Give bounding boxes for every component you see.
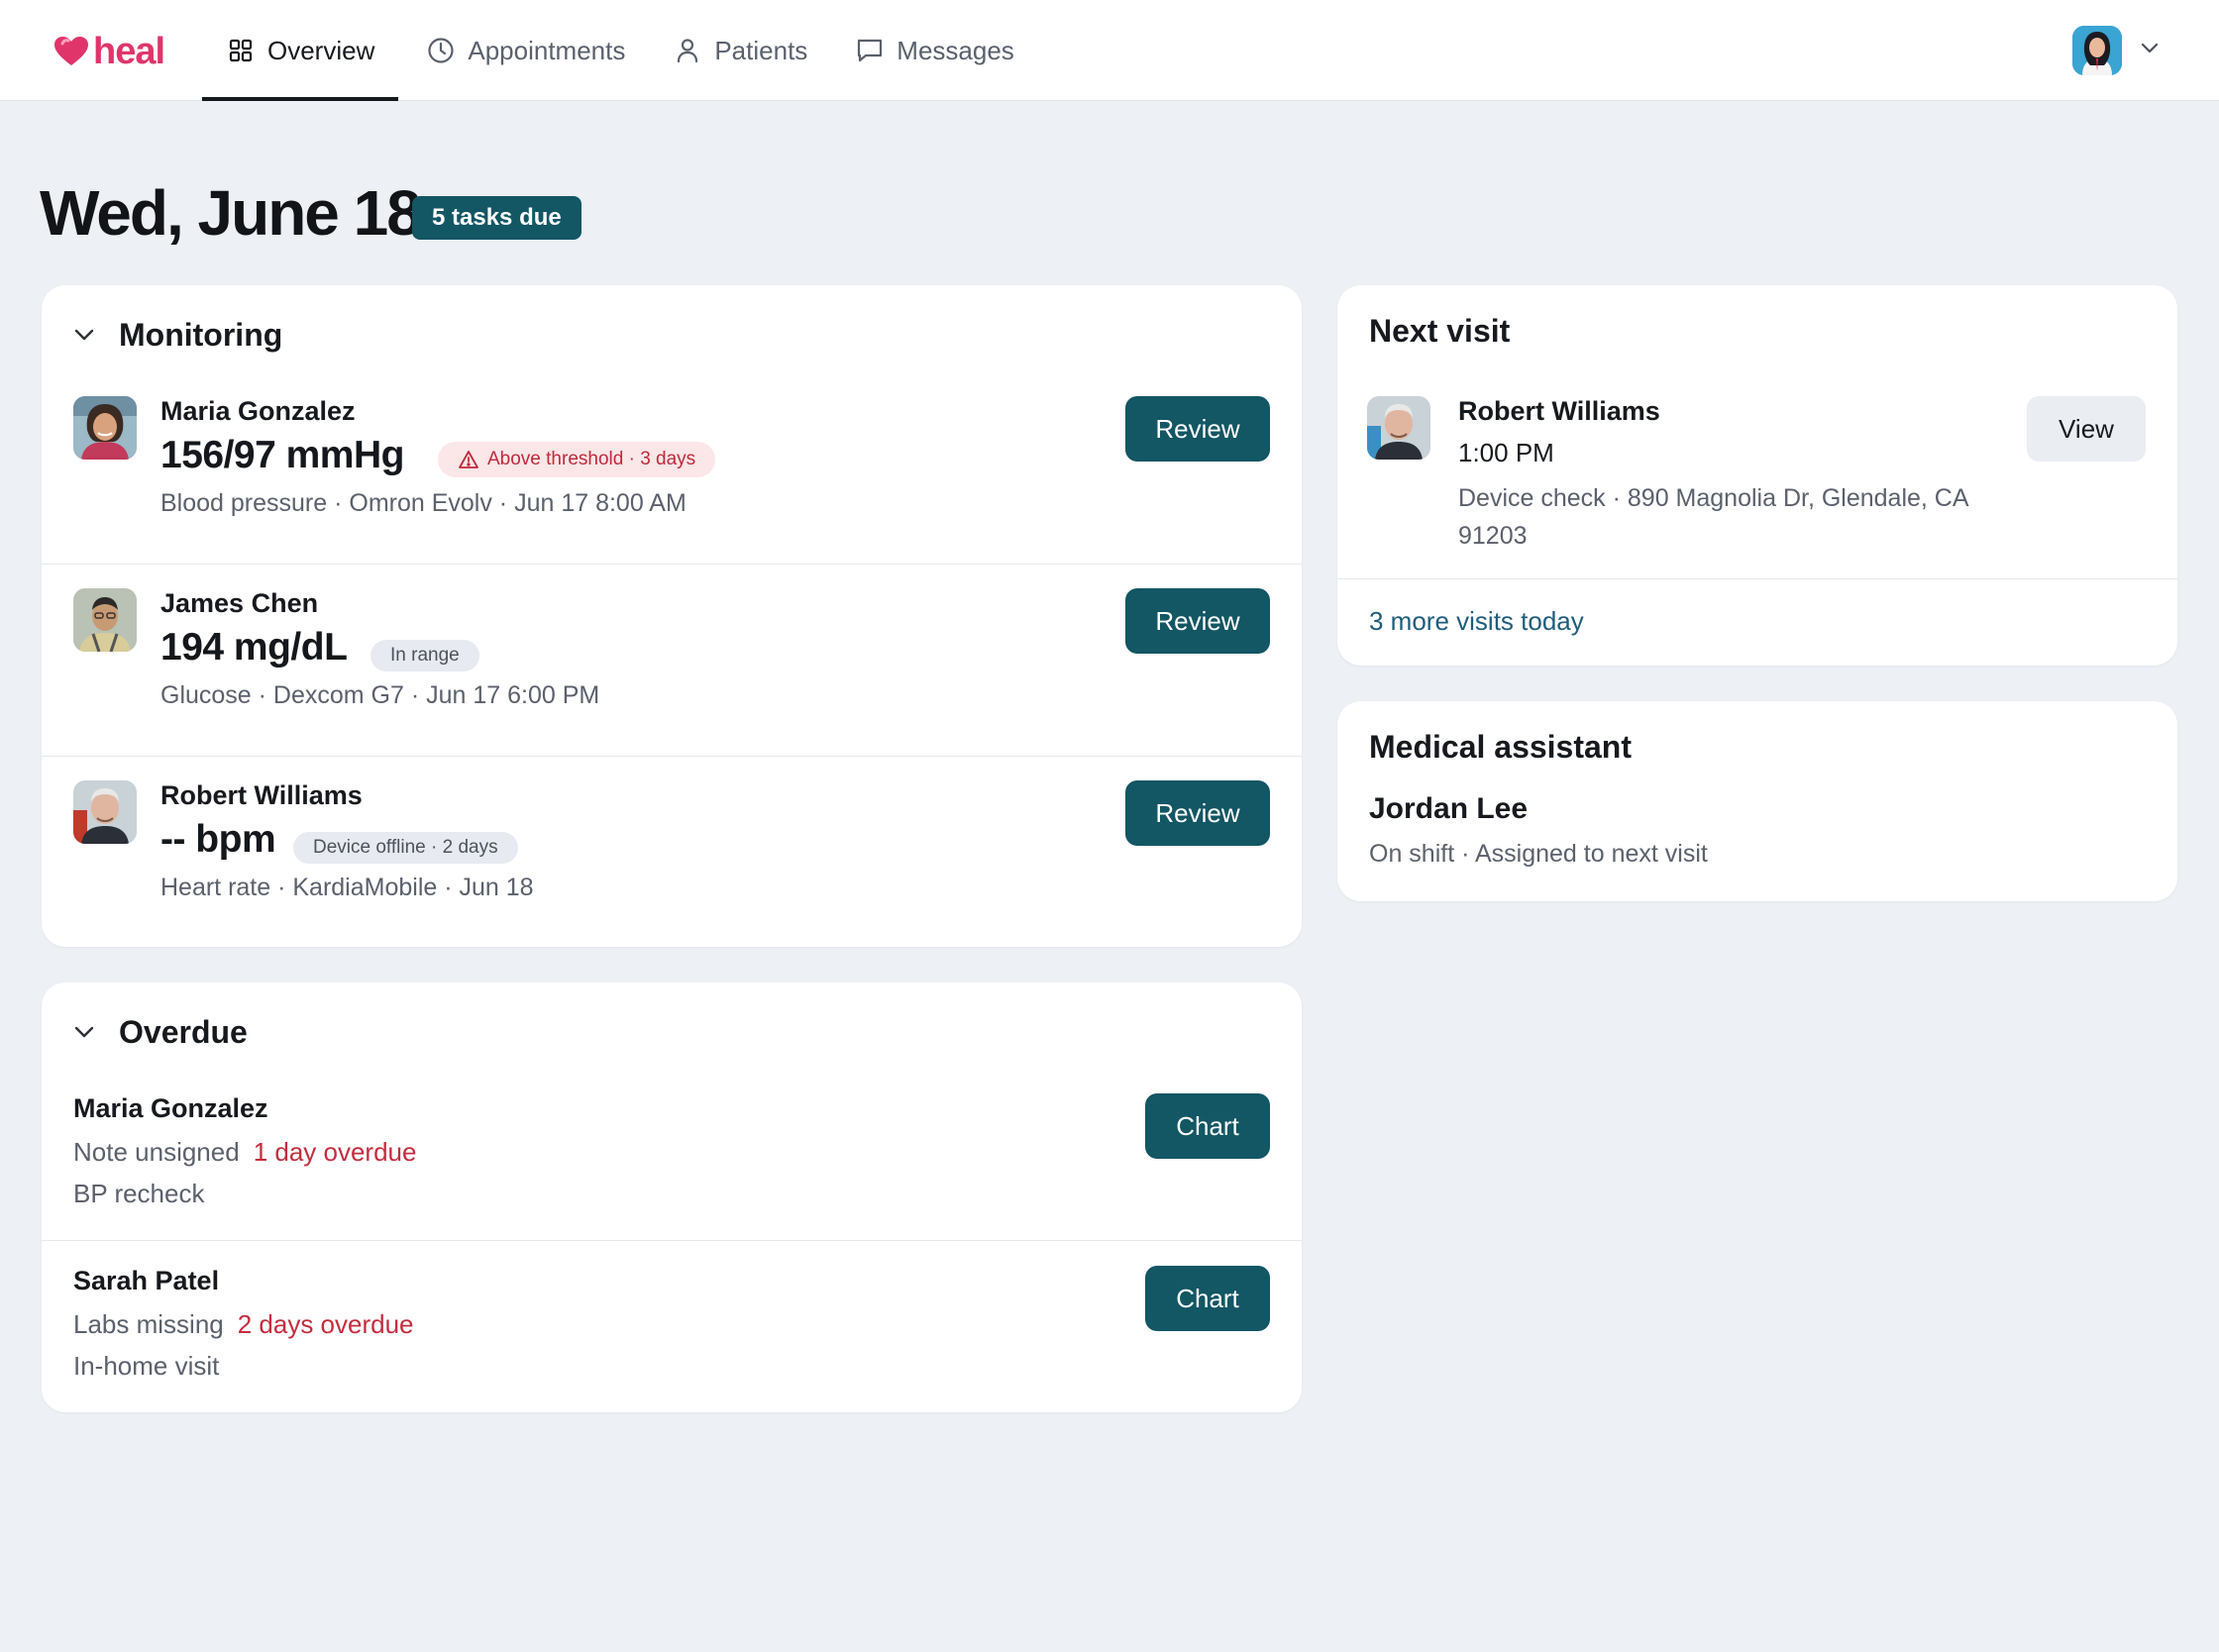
list-item: Maria Gonzalez Note unsigned 1 day overdu…	[42, 1093, 1302, 1242]
visit-address: Device check · 890 Magnolia Dr, Glendale…	[1458, 484, 1968, 550]
list-item: Sarah Patel Labs missing 2 days overdue I…	[42, 1266, 1302, 1404]
heal-logo[interactable]: heal	[53, 30, 165, 73]
review-button[interactable]: Review	[1125, 396, 1270, 462]
medical-assistant-card: Medical assistant Jordan Lee On shift · …	[1337, 701, 2177, 901]
status-badge: Device offline · 2 days	[293, 832, 518, 864]
task-label: Note unsigned	[73, 1137, 240, 1167]
heart-logo-icon	[54, 37, 88, 65]
monitoring-title: Monitoring	[119, 316, 283, 353]
view-button[interactable]: View	[2027, 396, 2146, 462]
overdue-label: 1 day overdue	[253, 1137, 417, 1167]
chart-button[interactable]: Chart	[1145, 1093, 1270, 1159]
brand-name: heal	[93, 30, 165, 72]
reading-meta: Blood pressure · Omron Evolv · Jun 17 8:…	[160, 489, 687, 517]
clock-icon	[426, 36, 456, 65]
avatar	[73, 780, 137, 844]
assistant-name: Jordan Lee	[1369, 792, 1529, 825]
warning-icon	[458, 450, 479, 469]
tab-overview-label: Overview	[267, 35, 375, 65]
tab-appointments-label: Appointments	[468, 35, 626, 65]
monitoring-card: Monitoring Maria Gonzalez 156/97 mmHg Ab…	[42, 285, 1302, 947]
visit-patient-name[interactable]: Robert Williams	[1458, 396, 1660, 427]
medical-assistant-title: Medical assistant	[1369, 729, 1632, 765]
task-detail: BP recheck	[73, 1179, 205, 1208]
top-navigation-bar: heal Overview Appointments Patients Mess…	[0, 0, 2219, 101]
review-button[interactable]: Review	[1125, 588, 1270, 654]
avatar	[1367, 396, 1430, 460]
overdue-header[interactable]: Overdue	[73, 1010, 248, 1054]
reading-value: -- bpm	[160, 818, 276, 861]
user-avatar[interactable]	[2072, 26, 2122, 75]
overdue-label: 2 days overdue	[237, 1309, 414, 1339]
task-label: Labs missing	[73, 1309, 224, 1339]
page-title: Wed, June 18	[40, 177, 422, 249]
status-badge-label: Above threshold · 3 days	[487, 449, 696, 469]
review-button[interactable]: Review	[1125, 780, 1270, 846]
monitoring-header[interactable]: Monitoring	[73, 313, 282, 357]
divider	[1337, 578, 2177, 579]
status-badge-label: In range	[390, 645, 460, 666]
list-item: Robert Williams -- bpm Device offline · …	[42, 780, 1302, 929]
task-line: Labs missing 2 days overdue	[73, 1309, 414, 1340]
tab-patients-label: Patients	[714, 35, 808, 65]
message-icon	[855, 36, 885, 65]
chart-button[interactable]: Chart	[1145, 1266, 1270, 1331]
reading-value: 194 mg/dL	[160, 626, 348, 669]
status-badge-label: Device offline · 2 days	[313, 837, 498, 858]
grid-icon	[226, 36, 256, 65]
main-nav: Overview Appointments Patients Messages	[202, 0, 1038, 101]
chevron-down-icon[interactable]	[73, 1025, 99, 1039]
next-visit-title: Next visit	[1369, 313, 1511, 349]
status-badge: In range	[370, 640, 479, 671]
overdue-title: Overdue	[119, 1013, 248, 1050]
tab-overview[interactable]: Overview	[202, 0, 399, 101]
patient-name[interactable]: Sarah Patel	[73, 1266, 219, 1296]
divider	[42, 564, 1302, 565]
tab-messages-label: Messages	[897, 35, 1014, 65]
visit-time: 1:00 PM	[1458, 438, 1554, 467]
avatar	[73, 588, 137, 652]
patient-name[interactable]: Maria Gonzalez	[160, 396, 356, 427]
overdue-card: Overdue Maria Gonzalez Note unsigned 1 da…	[42, 982, 1302, 1412]
user-menu[interactable]	[2072, 24, 2160, 77]
list-item: James Chen 194 mg/dL In range Glucose · …	[42, 588, 1302, 757]
tab-appointments[interactable]: Appointments	[402, 0, 649, 101]
person-icon	[673, 36, 702, 65]
patient-name[interactable]: James Chen	[160, 588, 318, 619]
tab-patients[interactable]: Patients	[649, 0, 831, 101]
list-item: Maria Gonzalez 156/97 mmHg Above thresho…	[42, 396, 1302, 565]
status-badge: Above threshold · 3 days	[438, 442, 716, 477]
chevron-down-icon[interactable]	[2140, 42, 2160, 59]
task-line: Note unsigned 1 day overdue	[73, 1137, 416, 1168]
reading-meta: Heart rate · KardiaMobile · Jun 18	[160, 874, 534, 901]
next-visit-card: Next visit Robert Williams 1:00 PM Devic…	[1337, 285, 2177, 666]
patient-name[interactable]: Robert Williams	[160, 780, 363, 811]
chevron-down-icon[interactable]	[73, 328, 99, 342]
assistant-status: On shift · Assigned to next visit	[1369, 840, 1708, 868]
avatar	[73, 396, 137, 460]
more-visits-link[interactable]: 3 more visits today	[1369, 606, 1584, 637]
divider	[42, 1240, 1302, 1241]
patient-name[interactable]: Maria Gonzalez	[73, 1093, 268, 1124]
reading-value: 156/97 mmHg	[160, 434, 404, 476]
reading-meta: Glucose · Dexcom G7 · Jun 17 6:00 PM	[160, 681, 600, 709]
tab-messages[interactable]: Messages	[831, 0, 1038, 101]
task-detail: In-home visit	[73, 1351, 220, 1381]
divider	[42, 756, 1302, 757]
tasks-due-badge: 5 tasks due	[412, 196, 581, 240]
